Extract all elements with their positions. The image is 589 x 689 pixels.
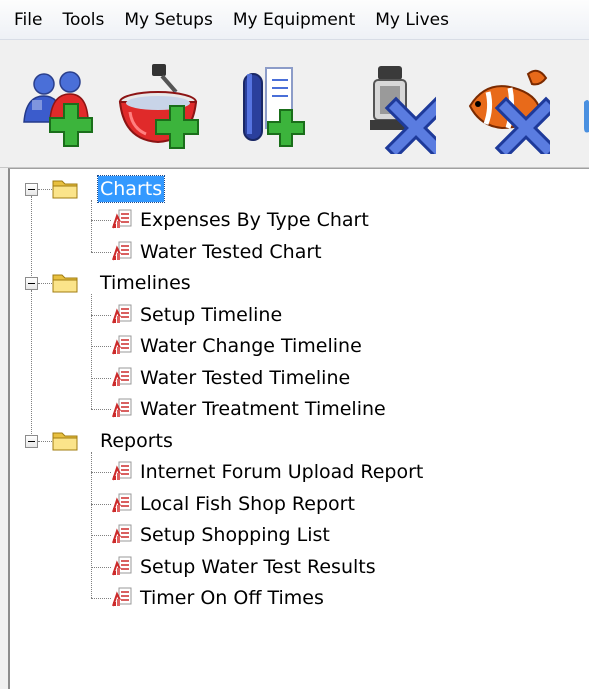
reports-tree: Charts Expenses By Type Chart Water Tested… xyxy=(10,169,589,689)
menu-bar: File Tools My Setups My Equipment My Lives xyxy=(0,0,589,40)
menu-my-livestock[interactable]: My Lives xyxy=(365,0,459,39)
tree-item-label[interactable]: Local Fish Shop Report xyxy=(138,491,357,517)
folder-icon xyxy=(52,271,78,293)
add-test-tube-icon xyxy=(243,67,305,147)
tree-item-label[interactable]: Setup Water Test Results xyxy=(138,554,378,580)
tree-connector xyxy=(38,440,52,442)
tree-connector xyxy=(91,314,111,316)
collapse-toggle-2[interactable] xyxy=(25,434,38,448)
reports-tree-panel: Charts Expenses By Type Chart Water Tested… xyxy=(8,168,589,689)
report-icon xyxy=(111,492,133,514)
collapse-toggle-0[interactable] xyxy=(25,182,38,196)
delete-livestock-button[interactable] xyxy=(466,62,550,154)
tree-connector xyxy=(31,290,32,434)
tree-item-label[interactable]: Timer On Off Times xyxy=(138,585,326,611)
tree-connector xyxy=(91,199,92,252)
tree-connector xyxy=(91,503,111,505)
report-icon xyxy=(111,460,133,482)
tree-item-label[interactable]: Water Tested Chart xyxy=(138,239,324,265)
report-icon xyxy=(111,555,133,577)
add-water-change-button[interactable] xyxy=(118,62,202,154)
tree-connector xyxy=(91,598,111,600)
add-water-bowl-icon xyxy=(118,64,199,149)
report-icon xyxy=(111,303,133,325)
tree-item-label[interactable]: Setup Timeline xyxy=(138,302,284,328)
collapse-toggle-1[interactable] xyxy=(25,277,38,291)
report-icon xyxy=(111,397,133,419)
tree-item-label[interactable]: Water Tested Timeline xyxy=(138,365,352,391)
report-icon xyxy=(111,523,133,545)
tree-connector xyxy=(91,294,92,410)
report-icon xyxy=(111,240,133,262)
tree-group-label[interactable]: Timelines xyxy=(98,270,193,296)
report-icon xyxy=(111,208,133,230)
tree-item-label[interactable]: Water Treatment Timeline xyxy=(138,396,388,422)
menu-my-setups[interactable]: My Setups xyxy=(114,0,222,39)
tree-group-label[interactable]: Charts xyxy=(96,174,166,203)
tree-connector xyxy=(38,188,52,190)
tree-connector xyxy=(31,195,32,277)
tree-item-label[interactable]: Water Change Timeline xyxy=(138,333,364,359)
report-icon xyxy=(111,334,133,356)
extra-toolbar-button[interactable] xyxy=(578,62,589,154)
add-water-test-button[interactable] xyxy=(230,62,314,154)
tree-connector xyxy=(91,409,111,411)
tree-connector xyxy=(91,251,111,253)
tree-item-label[interactable]: Setup Shopping List xyxy=(138,522,332,548)
folder-icon xyxy=(52,429,78,451)
delete-equipment-button[interactable] xyxy=(352,62,436,154)
tree-item-label[interactable]: Internet Forum Upload Report xyxy=(138,459,425,485)
tree-connector xyxy=(38,283,52,285)
add-users-icon xyxy=(23,71,93,147)
tree-item-label[interactable]: Expenses By Type Chart xyxy=(138,207,371,233)
menu-tools[interactable]: Tools xyxy=(52,0,114,39)
tree-connector xyxy=(91,346,111,348)
delete-equipment-icon xyxy=(370,66,436,154)
menu-my-equipment[interactable]: My Equipment xyxy=(223,0,365,39)
tree-connector xyxy=(91,451,92,599)
folder-icon xyxy=(52,177,78,199)
report-icon xyxy=(111,366,133,388)
report-icon xyxy=(111,586,133,608)
tree-connector xyxy=(91,472,111,474)
tree-connector xyxy=(91,535,111,537)
app-window: File Tools My Setups My Equipment My Lives xyxy=(0,0,589,689)
partial-toolbar-icon xyxy=(584,100,589,133)
add-users-button[interactable] xyxy=(14,62,98,154)
tree-connector xyxy=(91,377,111,379)
tree-group-label[interactable]: Reports xyxy=(98,428,175,454)
tree-connector xyxy=(91,220,111,222)
toolbar xyxy=(0,40,589,168)
menu-file[interactable]: File xyxy=(0,0,52,39)
delete-livestock-icon xyxy=(468,69,550,154)
tree-connector xyxy=(91,566,111,568)
